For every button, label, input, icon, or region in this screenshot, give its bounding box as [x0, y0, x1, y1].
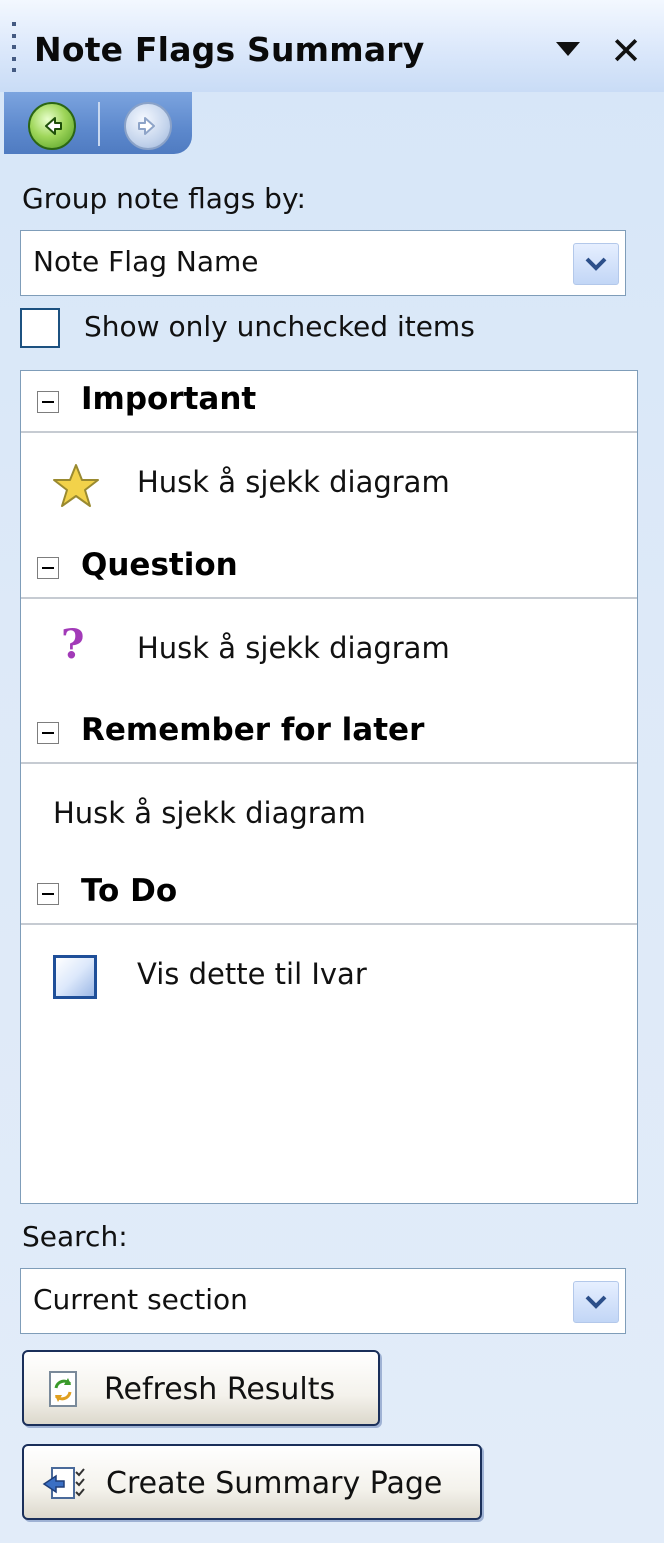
note-flags-results-list[interactable]: Important Husk å sjekk diagram Question … [20, 370, 638, 1204]
create-summary-page-button[interactable]: Create Summary Page [22, 1444, 482, 1520]
list-item[interactable]: Husk å sjekk diagram [21, 764, 637, 864]
search-scope-selected-value: Current section [33, 1283, 248, 1316]
list-item[interactable]: ? Husk å sjekk diagram [21, 599, 637, 699]
nav-separator [98, 102, 100, 146]
group-title: Question [81, 547, 238, 583]
group-by-dropdown[interactable]: Note Flag Name [20, 230, 626, 296]
collapse-icon[interactable] [37, 391, 59, 413]
close-icon[interactable]: ✕ [606, 28, 646, 74]
group-by-label: Group note flags by: [22, 182, 306, 215]
chevron-down-icon[interactable] [573, 243, 619, 285]
note-flags-summary-pane: Note Flags Summary ✕ Group note flags by… [0, 0, 664, 1543]
list-item[interactable]: Vis dette til Ivar [21, 925, 637, 1025]
list-item-text: Vis dette til Ivar [137, 957, 367, 991]
list-item-text: Husk å sjekk diagram [53, 796, 366, 830]
search-label: Search: [22, 1220, 128, 1253]
collapse-icon[interactable] [37, 557, 59, 579]
list-item[interactable]: Husk å sjekk diagram [21, 433, 637, 533]
refresh-results-label: Refresh Results [104, 1372, 336, 1407]
show-unchecked-checkbox[interactable] [20, 308, 60, 348]
chevron-down-icon[interactable] [573, 1281, 619, 1323]
group-title: To Do [81, 873, 178, 909]
refresh-results-button[interactable]: Refresh Results [22, 1350, 380, 1426]
group-title: Remember for later [81, 712, 425, 748]
summary-page-icon [42, 1467, 85, 1499]
pane-menu-dropdown-icon[interactable] [556, 42, 580, 56]
back-button[interactable] [28, 102, 76, 150]
drag-grip-icon[interactable] [12, 22, 18, 72]
show-unchecked-label: Show only unchecked items [84, 310, 475, 343]
group-title: Important [81, 381, 257, 417]
group-by-selected-value: Note Flag Name [33, 245, 259, 278]
group-header-question[interactable]: Question [21, 537, 637, 599]
todo-checkbox-icon[interactable] [53, 955, 97, 999]
group-header-important[interactable]: Important [21, 371, 637, 433]
group-header-remember-for-later[interactable]: Remember for later [21, 702, 637, 764]
pane-title-bar: Note Flags Summary ✕ [0, 0, 664, 92]
search-scope-dropdown[interactable]: Current section [20, 1268, 626, 1334]
forward-button[interactable] [124, 102, 172, 150]
back-arrow-icon [45, 117, 62, 135]
forward-arrow-icon [138, 117, 155, 135]
group-header-to-do[interactable]: To Do [21, 863, 637, 925]
create-summary-page-label: Create Summary Page [106, 1466, 443, 1501]
collapse-icon[interactable] [37, 722, 59, 744]
collapse-icon[interactable] [37, 883, 59, 905]
navigation-tab [4, 92, 192, 154]
list-item-text: Husk å sjekk diagram [137, 465, 450, 499]
refresh-icon [49, 1371, 77, 1407]
pane-title: Note Flags Summary [34, 30, 425, 69]
question-mark-icon: ? [61, 621, 85, 668]
list-item-text: Husk å sjekk diagram [137, 631, 450, 665]
star-icon [53, 464, 99, 507]
